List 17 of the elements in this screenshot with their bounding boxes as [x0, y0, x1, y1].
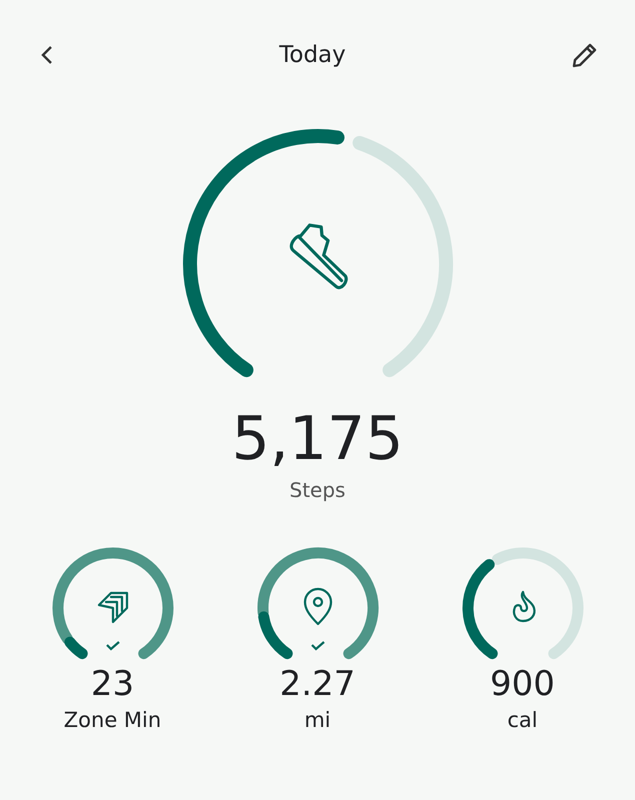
steps-count: 5,175 [232, 406, 404, 472]
flame-icon [512, 590, 536, 622]
metric-label: mi [304, 708, 331, 732]
chevrons-icon [97, 592, 128, 623]
metric-value: 23 [90, 664, 134, 704]
check-icon [106, 640, 120, 650]
check-icon [310, 640, 324, 650]
metric-value: 900 [490, 664, 555, 704]
page-title: Today [279, 42, 346, 68]
location-pin-icon [303, 588, 332, 625]
gauge-fill [258, 611, 292, 659]
gauge-fill [64, 636, 88, 659]
shoe-icon [289, 224, 348, 290]
steps-label: Steps [290, 478, 346, 502]
metric-label: Zone Min [64, 708, 162, 732]
metric-label: cal [507, 708, 538, 732]
metric-value: 2.27 [280, 664, 356, 704]
